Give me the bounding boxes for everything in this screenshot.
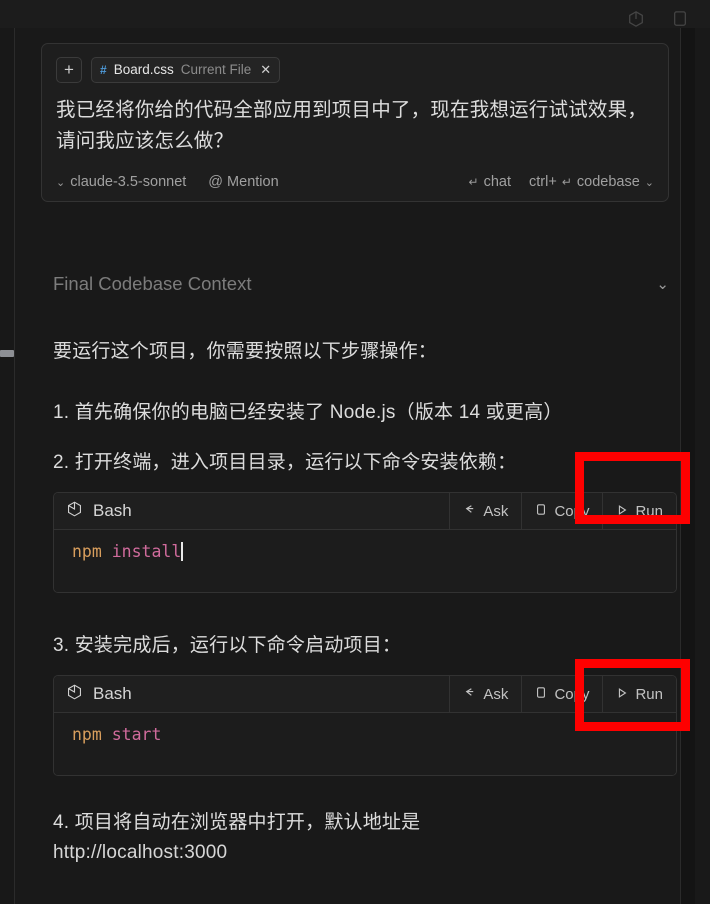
mention-button[interactable]: @ Mention [208,174,278,190]
chevron-down-icon-2: ⌄ [644,176,654,189]
terminal-cube-icon-2 [66,683,83,706]
code-block-2-run-button[interactable]: Run [602,676,676,712]
code-block-1-ask-label: Ask [483,502,509,520]
play-icon-2 [616,686,628,703]
file-chip-subtitle: Current File [180,62,252,77]
mention-label: @ Mention [208,174,279,190]
model-label: claude-3.5-sonnet [70,174,187,190]
answer-intro: 要运行这个项目，你需要按照以下步骤操作： [53,341,438,362]
code-block-1-ask-button[interactable]: Ask [449,493,521,529]
return-key-icon-2: ↵ [561,175,572,189]
code-block-1-lang: Bash [54,500,132,523]
code-block-2-lang-label: Bash [93,684,132,703]
code-block-2-header: Bash Ask Copy Run [54,676,676,713]
code-2-command: npm [72,725,102,744]
code-block-1-lang-label: Bash [93,501,132,520]
copy-icon [535,503,547,520]
code-block-1-run-label: Run [635,502,663,520]
code-block-2-run-label: Run [635,685,663,703]
code-block-1-copy-label: Copy [554,502,590,520]
code-block-2-ask-label: Ask [483,685,509,703]
code-block-2-copy-label: Copy [554,685,590,703]
code-block-1: Bash Ask Copy Run npm install [53,492,677,593]
answer-step-4-url[interactable]: http://localhost:3000 [53,838,693,868]
copy-icon-2 [535,686,547,703]
code-block-2-ask-button[interactable]: Ask [449,676,521,712]
panel-icon[interactable] [670,10,690,28]
terminal-cube-icon [66,500,83,523]
rail-resize-handle[interactable] [0,350,14,357]
return-key-icon: ↵ [468,175,479,189]
code-block-2-body[interactable]: npm start [54,713,676,775]
code-1-argument: install [111,542,182,561]
code-block-2-lang: Bash [54,683,132,706]
panel-right-edge [680,28,695,904]
answer-step-4: 4. 项目将自动在浏览器中打开，默认地址是 [53,812,421,833]
ask-arrow-icon-2 [463,686,476,703]
answer-step-3: 3. 安装完成后，运行以下命令启动项目： [53,635,402,656]
chat-panel: + # Board.css Current File ✕ 我已经将你给的代码全部… [15,28,695,904]
code-block-1-header: Bash Ask Copy Run [54,493,676,530]
assistant-answer: 要运行这个项目，你需要按照以下步骤操作： 1. 首先确保你的电脑已经安装了 No… [53,328,693,868]
code-block-1-copy-button[interactable]: Copy [521,493,602,529]
left-rail [0,28,15,904]
composer-chip-row: + # Board.css Current File ✕ [56,56,654,83]
code-2-argument: start [111,725,162,744]
close-icon[interactable]: ✕ [260,62,271,78]
text-cursor [181,542,184,561]
hash-icon: # [100,62,107,77]
context-title: Final Codebase Context [53,273,252,294]
composer-footer: ⌄ claude-3.5-sonnet @ Mention ↵ chat ctr… [56,171,654,193]
composer: + # Board.css Current File ✕ 我已经将你给的代码全部… [41,43,669,202]
final-codebase-context-header[interactable]: Final Codebase Context ⌄ [53,273,669,295]
code-block-1-run-button[interactable]: Run [602,493,676,529]
model-selector[interactable]: ⌄ claude-3.5-sonnet [56,174,186,190]
code-block-2-copy-button[interactable]: Copy [521,676,602,712]
composer-message[interactable]: 我已经将你给的代码全部应用到项目中了，现在我想运行试试效果，请问我应该怎么做？ [56,95,654,157]
box-icon[interactable] [626,10,646,28]
add-context-button[interactable]: + [56,56,82,83]
codebase-shortcut-label: ctrl+ [529,174,557,190]
answer-step-1: 1. 首先确保你的电脑已经安装了 Node.js（版本 14 或更高） [53,402,563,423]
chevron-down-icon: ⌄ [56,176,66,189]
code-1-command: npm [72,542,102,561]
ask-arrow-icon [463,503,476,520]
codebase-mode-label: codebase [576,174,640,190]
top-toolbar [0,0,710,28]
codebase-mode-button[interactable]: ctrl+ ↵ codebase ⌄ [529,174,654,190]
chat-mode-label: chat [483,174,512,190]
answer-step-2: 2. 打开终端，进入项目目录，运行以下命令安装依赖： [53,452,517,473]
code-block-2: Bash Ask Copy Run npm start [53,675,677,776]
code-block-1-body[interactable]: npm install [54,530,676,592]
play-icon [616,503,628,520]
file-chip-name: Board.css [113,62,174,77]
chat-mode-button[interactable]: ↵ chat [469,174,511,190]
chevron-down-icon-context: ⌄ [656,276,669,293]
file-context-chip[interactable]: # Board.css Current File ✕ [91,56,281,83]
